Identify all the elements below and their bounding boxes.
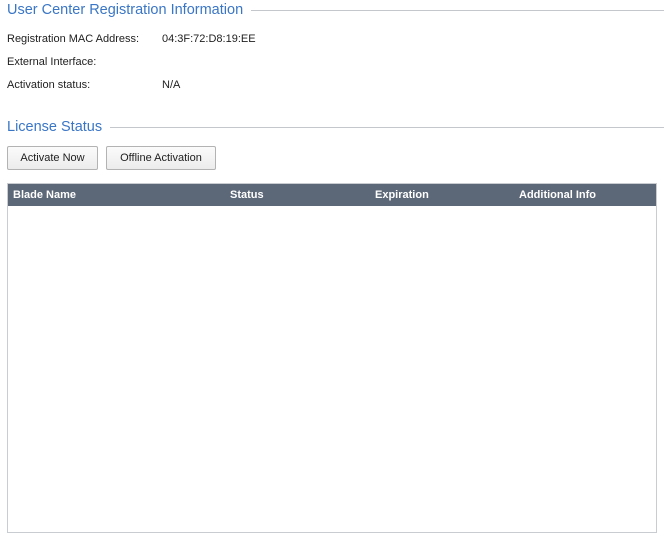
- offline-activation-button[interactable]: Offline Activation: [106, 146, 216, 170]
- license-section-divider: [110, 126, 664, 128]
- registration-section-title: User Center Registration Information: [7, 2, 244, 18]
- mac-address-value: 04:3F:72:D8:19:EE: [162, 33, 256, 45]
- column-header-expiration[interactable]: Expiration: [375, 184, 429, 206]
- license-section-title: License Status: [7, 119, 103, 135]
- activation-status-label: Activation status:: [7, 79, 91, 91]
- license-section-header: License Status: [7, 117, 664, 137]
- column-header-status[interactable]: Status: [230, 184, 264, 206]
- column-header-additional-info[interactable]: Additional Info: [519, 184, 596, 206]
- license-table-header: Blade Name Status Expiration Additional …: [8, 184, 656, 206]
- column-header-blade-name[interactable]: Blade Name: [13, 184, 76, 206]
- mac-address-label: Registration MAC Address:: [7, 33, 140, 45]
- activate-now-button[interactable]: Activate Now: [7, 146, 98, 170]
- registration-section-divider: [251, 9, 664, 11]
- activation-status-value: N/A: [162, 79, 181, 91]
- registration-section-header: User Center Registration Information: [7, 0, 664, 20]
- license-table: Blade Name Status Expiration Additional …: [7, 183, 657, 533]
- external-interface-label: External Interface:: [7, 56, 97, 68]
